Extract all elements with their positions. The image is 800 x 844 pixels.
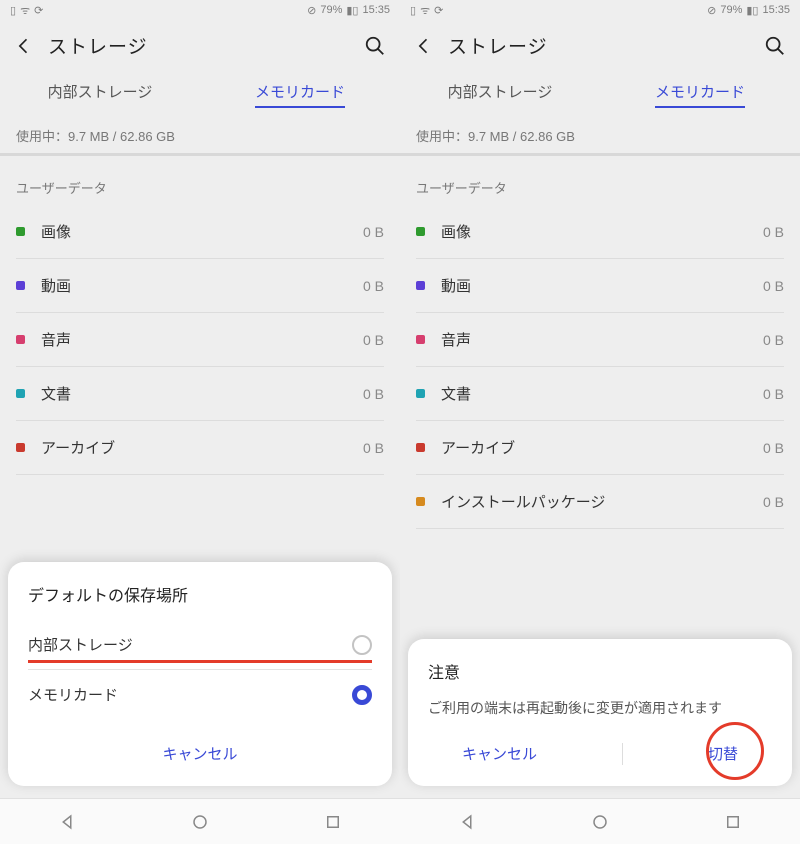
navigation-bar <box>0 798 400 844</box>
divider <box>622 743 623 765</box>
sheet-title: 注意 <box>428 659 772 683</box>
phone-left: ▯ ᯤ ⟳ ⊘ 79% ▮▯ 15:35 ストレージ 内部ストレージ メモリカー… <box>0 0 400 844</box>
sheet-title: デフォルトの保存場所 <box>28 582 372 606</box>
radio-memory-card[interactable]: メモリカード <box>28 670 372 719</box>
radio-label: 内部ストレージ <box>28 634 352 655</box>
radio-label: メモリカード <box>28 684 352 705</box>
radio-checked-icon <box>352 685 372 705</box>
nav-recent-icon[interactable] <box>324 813 342 831</box>
red-underline-annotation <box>28 660 372 663</box>
nav-home-icon[interactable] <box>591 813 609 831</box>
nav-recent-icon[interactable] <box>724 813 742 831</box>
navigation-bar <box>400 798 800 844</box>
nav-back-icon[interactable] <box>58 813 76 831</box>
radio-unchecked-icon <box>352 635 372 655</box>
sheet-actions: キャンセル 切替 <box>428 737 772 770</box>
phone-right: ▯ ᯤ ⟳ ⊘ 79% ▮▯ 15:35 ストレージ 内部ストレージ メモリカー… <box>400 0 800 844</box>
cancel-button[interactable]: キャンセル <box>452 737 547 770</box>
nav-back-icon[interactable] <box>458 813 476 831</box>
sheet-actions: キャンセル <box>28 737 372 770</box>
confirm-sheet: 注意 ご利用の端末は再起動後に変更が適用されます キャンセル 切替 <box>408 639 792 786</box>
cancel-button[interactable]: キャンセル <box>152 737 247 770</box>
confirm-button[interactable]: 切替 <box>698 737 748 770</box>
nav-home-icon[interactable] <box>191 813 209 831</box>
default-storage-sheet: デフォルトの保存場所 内部ストレージ メモリカード キャンセル <box>8 562 392 786</box>
sheet-body: ご利用の端末は再起動後に変更が適用されます <box>428 697 772 719</box>
